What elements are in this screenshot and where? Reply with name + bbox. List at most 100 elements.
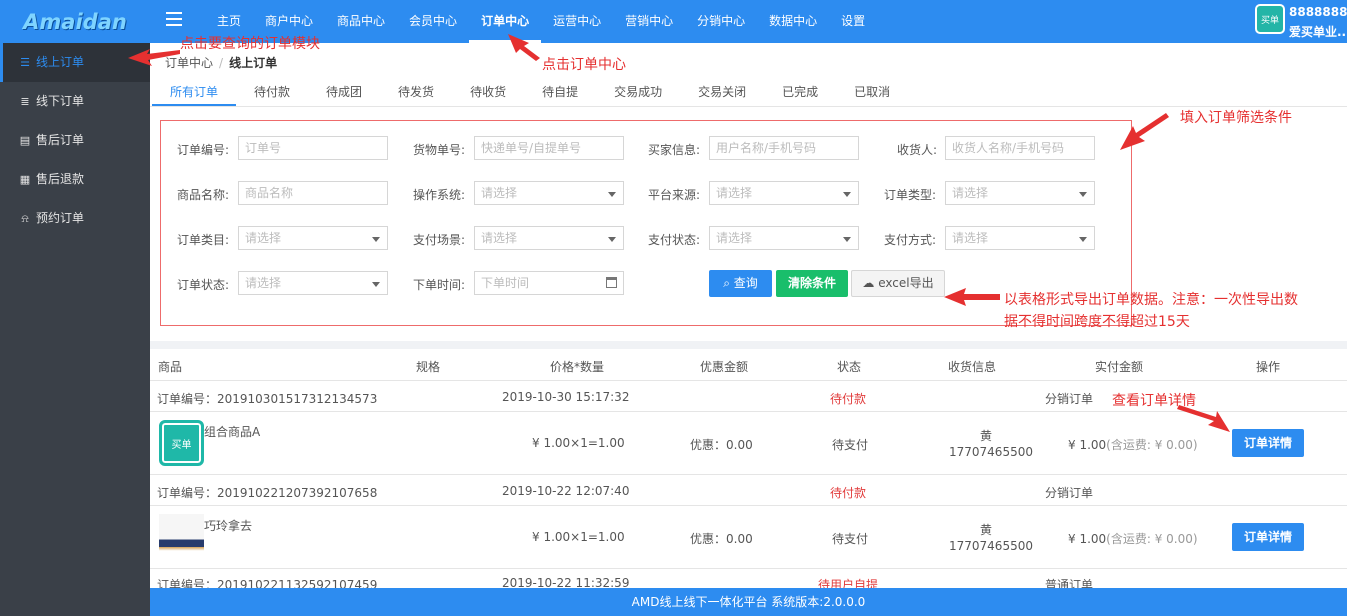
order-type: 普通订单 xyxy=(1045,578,1094,588)
bell-icon: ⍾ xyxy=(21,212,29,225)
user-name[interactable]: 爱买单业... xyxy=(1289,23,1347,40)
pay-scene-select[interactable]: 请选择 xyxy=(474,226,624,250)
nav-data-center[interactable]: 数据中心 xyxy=(757,0,829,43)
calendar-icon[interactable] xyxy=(606,277,617,288)
shipping-no-input[interactable]: 快递单号/自提单号 xyxy=(474,136,624,160)
annotation-sidebar: 点击要查询的订单模块 xyxy=(180,36,320,52)
order-product-row: 买单 组合商品A ¥ 1.00×1=1.00 优惠：0.00 待支付 黄 177… xyxy=(150,412,1347,475)
order-number: 订单编号：201910301517312134573 xyxy=(157,392,378,406)
price-qty: ¥ 1.00×1=1.00 xyxy=(532,436,625,450)
os-select[interactable]: 请选择 xyxy=(474,181,624,205)
order-number: 订单编号：201910221132592107459 xyxy=(157,578,378,588)
product-name[interactable]: 巧玲拿去 xyxy=(204,517,252,534)
order-time: 2019-10-30 15:17:32 xyxy=(502,390,630,404)
col-actions: 操作 xyxy=(1256,360,1281,374)
order-time-placeholder: 下单时间 xyxy=(481,276,530,290)
shipping-no-label: 货物单号: xyxy=(413,143,466,157)
tab-cancelled[interactable]: 已取消 xyxy=(836,78,908,106)
tab-pending-payment[interactable]: 待付款 xyxy=(236,78,308,106)
sidebar-item-offline-orders[interactable]: ≣ 线下订单 xyxy=(0,82,150,121)
product-name-input[interactable]: 商品名称 xyxy=(238,181,388,205)
doc-list-icon: ≣ xyxy=(20,95,30,108)
os-label: 操作系统: xyxy=(413,188,466,202)
pay-method-select[interactable]: 请选择 xyxy=(945,226,1095,250)
col-price-qty: 价格*数量 xyxy=(550,360,605,374)
receiver-name: 黄 xyxy=(980,429,993,443)
discount: 优惠：0.00 xyxy=(690,438,753,452)
nav-settings[interactable]: 设置 xyxy=(829,0,877,43)
sidebar-item-label: 线上订单 xyxy=(36,55,85,69)
breadcrumb-parent[interactable]: 订单中心 xyxy=(165,56,213,70)
shipping-fee: (含运费: ¥ 0.00) xyxy=(1106,532,1198,546)
shipping-fee: (含运费: ¥ 0.00) xyxy=(1106,438,1198,452)
product-name[interactable]: 组合商品A xyxy=(204,423,260,440)
buyer-label: 买家信息: xyxy=(648,143,701,157)
nav-marketing-center[interactable]: 营销中心 xyxy=(613,0,685,43)
chevron-down-icon xyxy=(843,192,851,197)
order-status: 待付款 xyxy=(830,486,867,500)
pay-status-label: 支付状态: xyxy=(648,233,701,247)
query-button[interactable]: ⌕ 查询 xyxy=(709,270,772,297)
nav-operation-center[interactable]: 运营中心 xyxy=(541,0,613,43)
order-status: 待付款 xyxy=(830,392,867,406)
paid-amount: ¥ 1.00(含运费: ¥ 0.00) xyxy=(1068,530,1198,547)
order-type-select-value: 请选择 xyxy=(952,186,989,200)
receiver-label: 收货人: xyxy=(897,143,938,157)
order-detail-button[interactable]: 订单详情 xyxy=(1232,523,1304,551)
pay-scene-label: 支付场景: xyxy=(413,233,466,247)
order-time-label: 下单时间: xyxy=(413,278,466,292)
nav-distribution-center[interactable]: 分销中心 xyxy=(685,0,757,43)
order-status-select[interactable]: 请选择 xyxy=(238,271,388,295)
order-time-input[interactable]: 下单时间 xyxy=(474,271,624,295)
tab-trade-success[interactable]: 交易成功 xyxy=(596,78,680,106)
category-label: 订单类目: xyxy=(177,233,230,247)
tab-pending-pickup[interactable]: 待自提 xyxy=(524,78,596,106)
order-type-select[interactable]: 请选择 xyxy=(945,181,1095,205)
order-no-input[interactable]: 订单号 xyxy=(238,136,388,160)
order-no-label: 订单编号: xyxy=(177,143,230,157)
nav-product-center[interactable]: 商品中心 xyxy=(325,0,397,43)
tab-all-orders[interactable]: 所有订单 xyxy=(152,78,237,106)
pay-method-select-value: 请选择 xyxy=(952,231,989,245)
user-avatar[interactable]: 买单 xyxy=(1255,4,1285,34)
col-receiver: 收货信息 xyxy=(948,360,997,374)
annotation-nav: 点击订单中心 xyxy=(542,57,626,73)
receiver-input[interactable]: 收货人名称/手机号码 xyxy=(945,136,1095,160)
col-product: 商品 xyxy=(158,360,183,374)
sidebar-item-after-sale-orders[interactable]: ▤ 售后订单 xyxy=(0,121,150,160)
tab-pending-receipt[interactable]: 待收货 xyxy=(452,78,524,106)
tab-completed[interactable]: 已完成 xyxy=(764,78,836,106)
payment-state: 待支付 xyxy=(832,532,869,546)
sidebar-item-reservations[interactable]: ⍾ 预约订单 xyxy=(0,199,150,238)
annotation-export-line1: 以表格形式导出订单数据。注意：一次性导出数 xyxy=(1004,292,1298,308)
category-select[interactable]: 请选择 xyxy=(238,226,388,250)
tab-trade-closed[interactable]: 交易关闭 xyxy=(680,78,764,106)
chevron-down-icon xyxy=(843,237,851,242)
chevron-down-icon xyxy=(372,237,380,242)
annotation-detail: 查看订单详情 xyxy=(1112,393,1196,409)
receiver-phone: 17707465500 xyxy=(949,445,1033,459)
buyer-input[interactable]: 用户名称/手机号码 xyxy=(709,136,859,160)
query-button-label: 查询 xyxy=(733,276,758,290)
product-thumbnail[interactable]: 买单 xyxy=(159,420,204,466)
sidebar-item-online-orders[interactable]: ☰ 线上订单 xyxy=(0,43,150,82)
pay-status-select[interactable]: 请选择 xyxy=(709,226,859,250)
chevron-down-icon xyxy=(608,237,616,242)
nav-order-center[interactable]: 订单中心 xyxy=(469,0,541,43)
paid-value: ¥ 1.00 xyxy=(1068,532,1107,546)
excel-export-button[interactable]: ☁ excel导出 xyxy=(851,270,945,297)
product-thumbnail[interactable] xyxy=(159,514,204,560)
tab-pending-shipment[interactable]: 待发货 xyxy=(380,78,452,106)
cloud-download-icon: ☁ xyxy=(862,276,879,290)
order-detail-button[interactable]: 订单详情 xyxy=(1232,429,1304,457)
tab-pending-group[interactable]: 待成团 xyxy=(308,78,380,106)
menu-toggle-icon[interactable] xyxy=(166,12,182,26)
platform-select[interactable]: 请选择 xyxy=(709,181,859,205)
nav-member-center[interactable]: 会员中心 xyxy=(397,0,469,43)
user-id[interactable]: 88888888 xyxy=(1289,5,1347,19)
clear-conditions-button[interactable]: 清除条件 xyxy=(776,270,848,297)
brand-logo[interactable]: Amaidan xyxy=(0,0,150,43)
col-discount: 优惠金额 xyxy=(700,360,749,374)
footer-version: AMD线上线下一体化平台 系统版本:2.0.0.0 xyxy=(150,588,1347,616)
sidebar-item-after-sale-refunds[interactable]: ▦ 售后退款 xyxy=(0,160,150,199)
